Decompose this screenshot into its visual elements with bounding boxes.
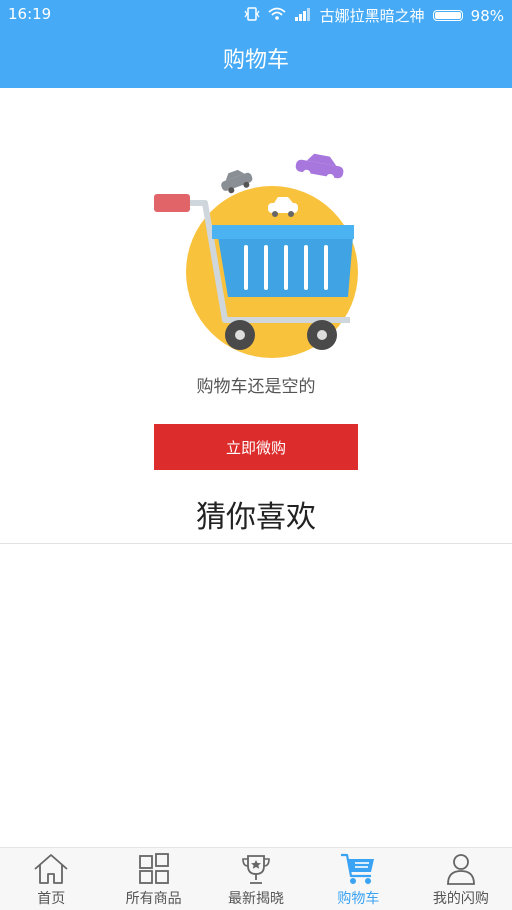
buy-now-button[interactable]: 立即微购	[154, 424, 358, 470]
section-divider	[0, 543, 512, 544]
tab-latest[interactable]: 最新揭晓	[205, 848, 307, 910]
page-title: 购物车	[222, 48, 289, 73]
status-right: 古娜拉黑暗之神 98%	[244, 5, 504, 26]
carrier-name: 古娜拉黑暗之神	[319, 7, 425, 25]
status-time: 16:19	[8, 5, 52, 23]
user-icon	[446, 854, 475, 885]
tab-all-products[interactable]: 所有商品	[102, 848, 204, 910]
tab-label: 我的闪购	[432, 891, 489, 907]
cart-icon	[341, 853, 375, 884]
trophy-icon	[242, 855, 270, 884]
battery-icon	[432, 10, 463, 21]
tab-label: 最新揭晓	[228, 891, 285, 907]
tab-cart[interactable]: 购物车	[307, 848, 409, 910]
battery-percent: 98%	[470, 6, 504, 25]
tab-label: 购物车	[337, 891, 380, 907]
page-header: 购物车	[0, 28, 512, 88]
empty-cart-message: 购物车还是空的	[196, 377, 316, 397]
tab-home[interactable]: 首页	[0, 848, 102, 910]
grid-icon	[138, 853, 169, 884]
tab-label: 所有商品	[125, 891, 182, 907]
bottom-tab-bar: 首页 所有商品 最新揭晓 购物车 我的闪购	[0, 847, 512, 910]
tab-label: 首页	[37, 891, 66, 907]
signal-icon	[294, 7, 312, 25]
status-bar: 16:19 古娜拉黑暗之神 98%	[0, 0, 512, 28]
recommend-title: 猜你喜欢	[196, 500, 316, 535]
home-icon	[34, 854, 68, 884]
empty-cart-illustration	[150, 145, 360, 360]
vibrate-icon	[244, 6, 260, 26]
tab-my-flash[interactable]: 我的闪购	[410, 848, 512, 910]
wifi-icon	[268, 7, 286, 25]
